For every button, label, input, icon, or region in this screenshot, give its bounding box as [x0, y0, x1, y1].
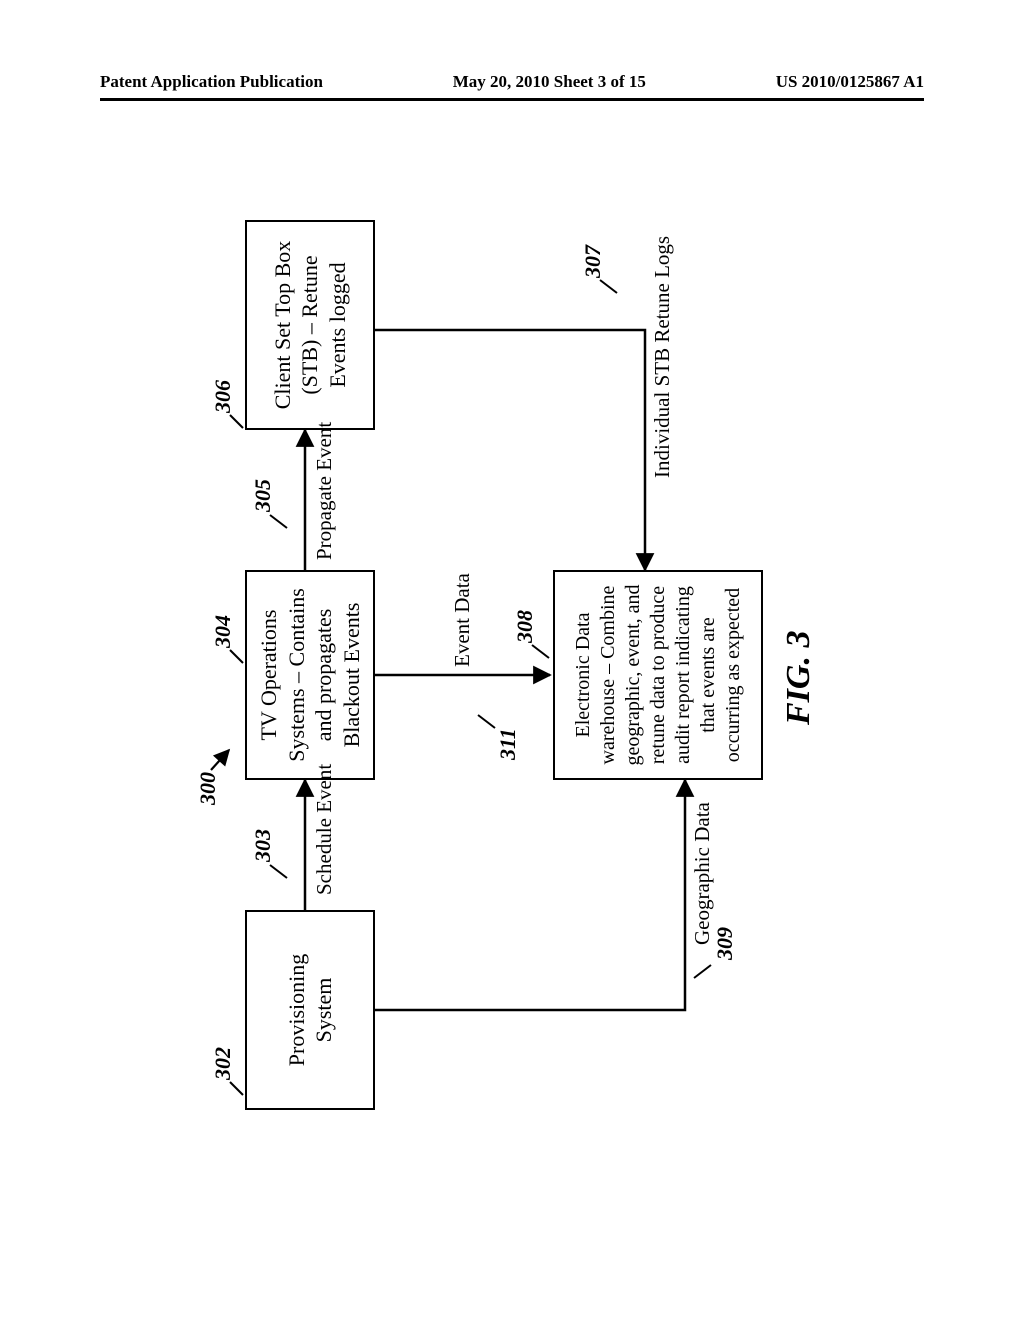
ref-306: 306: [210, 380, 236, 413]
ref-305: 305: [250, 479, 276, 512]
box-provisioning: Provisioning System: [245, 910, 375, 1110]
edge-stb-logs: Individual STB Retune Logs: [650, 236, 675, 478]
ref-304: 304: [210, 615, 236, 648]
ref-309: 309: [712, 927, 738, 960]
header-left: Patent Application Publication: [100, 72, 323, 92]
edge-propagate-event: Propagate Event: [312, 422, 337, 560]
header-rule: [100, 98, 924, 101]
figure-caption: FIG. 3: [780, 631, 818, 725]
edge-schedule-event: Schedule Event: [312, 764, 337, 895]
header-center: May 20, 2010 Sheet 3 of 15: [453, 72, 646, 92]
box-tv-operations: TV Operations Systems – Contains and pro…: [245, 570, 375, 780]
box-client-stb: Client Set Top Box (STB) – Retune Events…: [245, 220, 375, 430]
ref-307: 307: [580, 245, 606, 278]
ref-300: 300: [195, 772, 221, 805]
edge-geographic-data: Geographic Data: [690, 802, 715, 945]
ref-308: 308: [512, 610, 538, 643]
ref-302: 302: [210, 1047, 236, 1080]
page-header: Patent Application Publication May 20, 2…: [0, 72, 1024, 92]
edge-event-data: Event Data: [450, 573, 475, 667]
ref-303: 303: [250, 829, 276, 862]
header-right: US 2010/0125867 A1: [776, 72, 924, 92]
figure-3: Provisioning System TV Operations System…: [25, 315, 1005, 1005]
ref-311: 311: [495, 728, 521, 760]
box-data-warehouse: Electronic Data warehouse – Combine geog…: [553, 570, 763, 780]
